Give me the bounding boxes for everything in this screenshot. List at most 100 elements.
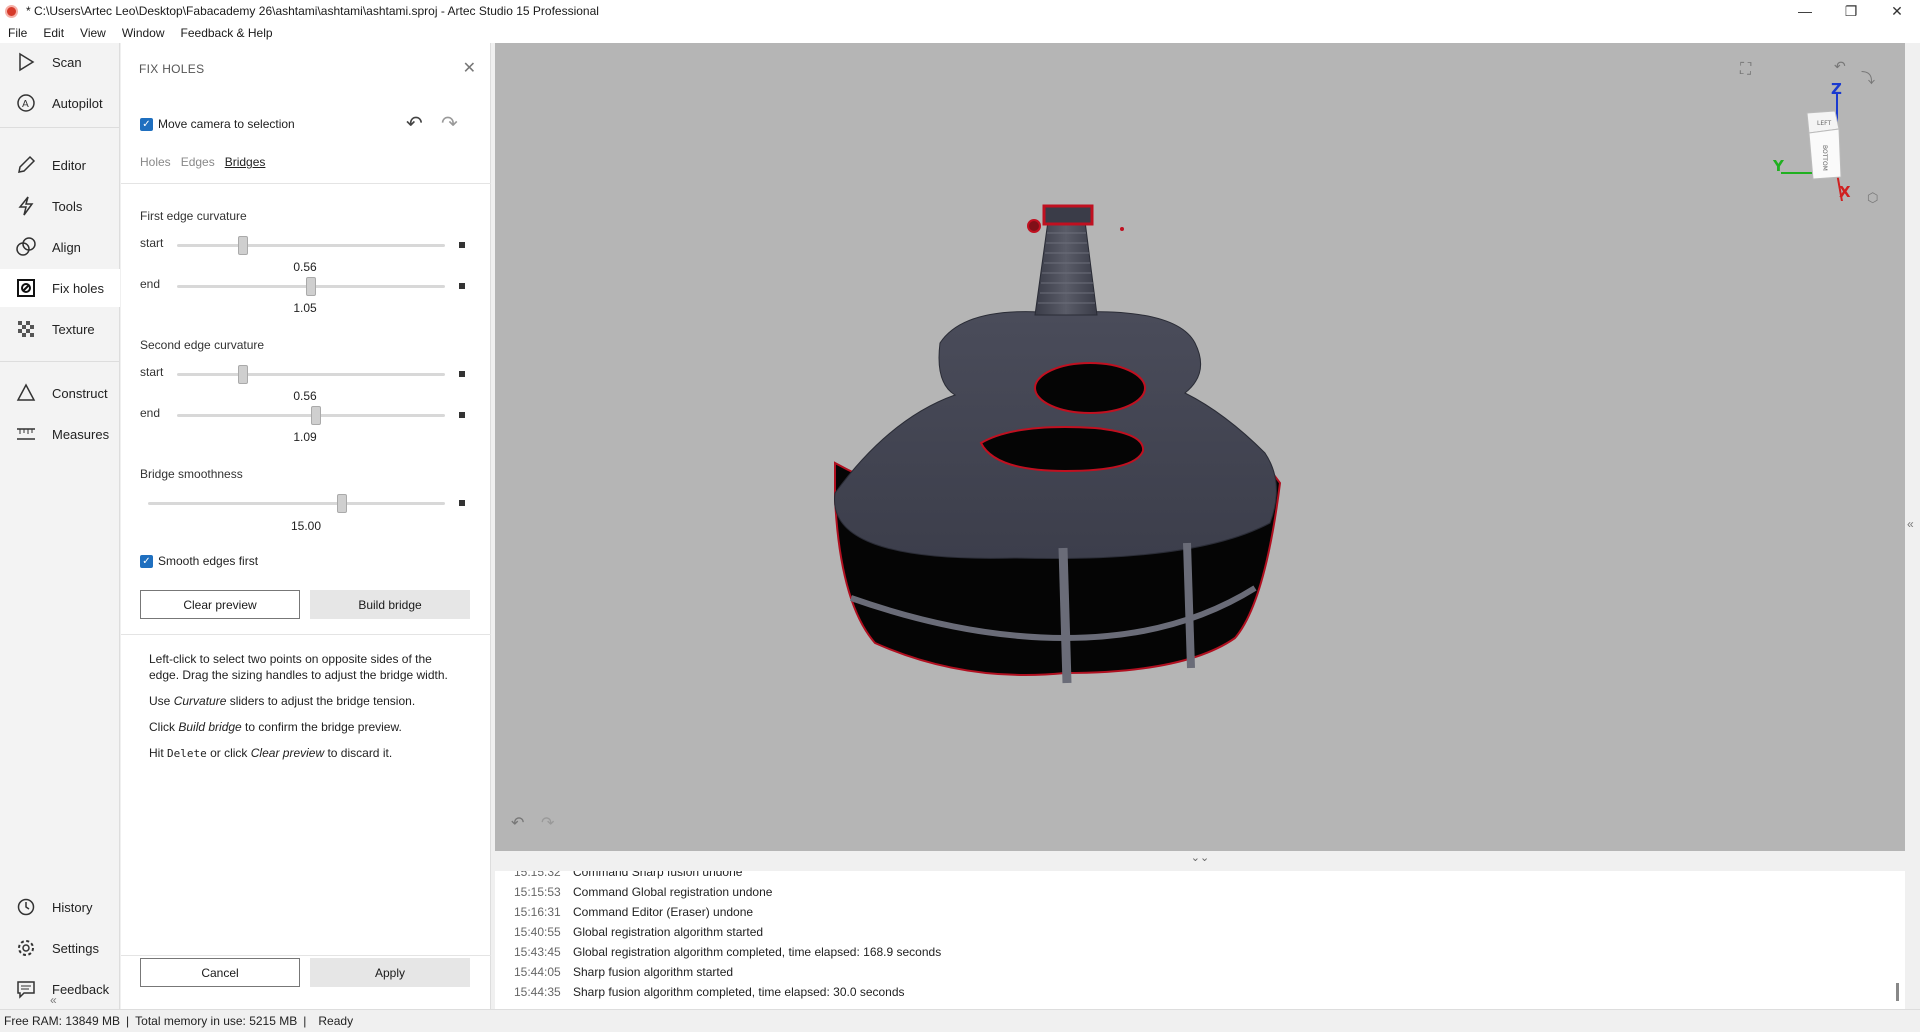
sidebar-item-label: Construct (52, 385, 108, 401)
menu-window[interactable]: Window (114, 26, 173, 40)
cancel-button[interactable]: Cancel (140, 958, 300, 987)
second-start-slider[interactable] (177, 365, 445, 384)
gizmo-top-face[interactable]: LEFT (1817, 120, 1831, 127)
sidebar-item-label: Autopilot (52, 95, 103, 111)
status-bar: Free RAM: 13849 MB | Total memory in use… (0, 1009, 1920, 1032)
menu-file[interactable]: File (0, 26, 35, 40)
menu-edit[interactable]: Edit (35, 26, 72, 40)
sidebar-item-measures[interactable]: Measures (0, 415, 120, 453)
free-ram-status: Free RAM: 13849 MB (4, 1014, 121, 1028)
sidebar-item-label: Measures (52, 426, 110, 442)
sidebar-item-construct[interactable]: Construct (0, 374, 120, 412)
move-camera-checkbox[interactable]: ✓ Move camera to selection (140, 117, 295, 131)
orientation-gizmo[interactable]: LEFT BOTTOM Z Y X (1757, 81, 1867, 201)
title-bar: * C:\Users\Artec Leo\Desktop\Fabacademy … (0, 0, 1920, 22)
first-start-slider[interactable] (177, 236, 445, 255)
sidebar-item-fix-holes[interactable]: Fix holes (0, 269, 120, 307)
tab-edges[interactable]: Edges (181, 155, 215, 169)
sidebar-item-label: Scan (52, 54, 82, 70)
status-separator: | (126, 1014, 130, 1028)
sidebar-item-align[interactable]: Align (0, 228, 120, 266)
log-panel: 15:15:32 Command Sharp fusion undone 15:1… (495, 871, 1905, 1009)
second-edge-curvature-label: Second edge curvature (140, 338, 265, 352)
apply-button[interactable]: Apply (310, 958, 470, 987)
log-scrollbar[interactable] (1896, 983, 1899, 1001)
sidebar-item-autopilot[interactable]: A Autopilot (0, 84, 120, 122)
first-edge-curvature-label: First edge curvature (140, 209, 247, 223)
cube-view-icon[interactable]: ⬡ (1867, 190, 1878, 206)
sidebar-item-editor[interactable]: Editor (0, 146, 120, 184)
log-row: 15:40:55 Global registration algorithm st… (514, 925, 764, 939)
slider-handle[interactable] (311, 406, 321, 425)
first-end-slider[interactable] (177, 277, 445, 296)
sidebar-item-label: Editor (52, 157, 86, 173)
rotate-left-icon[interactable]: ↶ (1834, 58, 1846, 75)
log-row: 15:44:05 Sharp fusion algorithm started (514, 965, 734, 979)
gear-icon (12, 934, 40, 962)
viewport-redo-icon[interactable]: ↷ (541, 813, 554, 833)
slider-handle[interactable] (238, 365, 248, 384)
3d-viewport[interactable]: ⛶ ↶ ⤵ ⬡ LEFT BOTTOM Z Y X ↶ ↷ (495, 43, 1905, 851)
gizmo-x-axis[interactable]: X (1839, 183, 1851, 201)
sidebar-item-scan[interactable]: Scan (0, 43, 120, 81)
sidebar: Scan A Autopilot Editor Tools Align Fix … (0, 43, 120, 1009)
redo-icon[interactable]: ↷ (441, 111, 458, 136)
sidebar-item-feedback[interactable]: Feedback (0, 970, 120, 1008)
second-start-value: 0.56 (293, 389, 317, 403)
bridge-smoothness-slider[interactable] (148, 494, 445, 513)
maximize-button[interactable]: ❐ (1828, 0, 1874, 22)
clear-preview-button[interactable]: Clear preview (140, 590, 300, 619)
first-start-label: start (140, 236, 164, 250)
slider-handle[interactable] (306, 277, 316, 296)
close-icon[interactable]: ✕ (463, 58, 476, 78)
history-icon (12, 893, 40, 921)
log-splitter[interactable]: ⌄⌄ (495, 851, 1905, 871)
help-paragraph: Left-click to select two points on oppos… (149, 652, 448, 682)
tab-bridges[interactable]: Bridges (225, 155, 266, 169)
first-start-value: 0.56 (293, 260, 317, 274)
sidebar-item-label: History (52, 899, 93, 915)
align-icon (12, 233, 40, 261)
sidebar-item-tools[interactable]: Tools (0, 187, 120, 225)
play-icon (12, 48, 40, 76)
checkbox-checked-icon[interactable]: ✓ (140, 117, 153, 131)
minimize-button[interactable]: — (1782, 0, 1828, 22)
build-bridge-button[interactable]: Build bridge (310, 590, 470, 619)
checkbox-checked-icon[interactable]: ✓ (140, 554, 153, 568)
ruler-icon (12, 420, 40, 448)
menu-feedback-help[interactable]: Feedback & Help (173, 26, 281, 40)
undo-icon[interactable]: ↶ (406, 111, 423, 136)
sidebar-item-settings[interactable]: Settings (0, 929, 120, 967)
right-panel-toggle[interactable]: « (1905, 43, 1920, 1009)
viewport-undo-icon[interactable]: ↶ (511, 813, 524, 833)
svg-text:A: A (22, 99, 29, 110)
slider-handle[interactable] (238, 236, 248, 255)
slider-end-marker-icon (459, 500, 465, 506)
guitar-model[interactable] (495, 43, 1905, 851)
help-paragraph: Click Build bridge to confirm the bridge… (149, 720, 402, 734)
triangle-icon (12, 379, 40, 407)
menu-view[interactable]: View (72, 26, 114, 40)
tab-holes[interactable]: Holes (140, 155, 171, 169)
collapse-sidebar-button[interactable]: « (50, 993, 57, 1007)
gizmo-y-axis[interactable]: Y (1772, 157, 1785, 175)
smooth-edges-label: Smooth edges first (158, 554, 259, 568)
slider-handle[interactable] (337, 494, 347, 513)
checker-icon (12, 315, 40, 343)
fit-view-icon[interactable]: ⛶ (1740, 61, 1751, 79)
ready-status: Ready (318, 1014, 354, 1028)
smooth-edges-checkbox[interactable]: ✓ Smooth edges first (140, 554, 258, 568)
gizmo-z-axis[interactable]: Z (1831, 81, 1842, 98)
close-button[interactable]: ✕ (1874, 0, 1920, 22)
sidebar-item-label: Tools (52, 198, 83, 214)
slider-end-marker-icon (459, 371, 465, 377)
sidebar-item-texture[interactable]: Texture (0, 310, 120, 348)
gizmo-side-face[interactable]: BOTTOM (1821, 145, 1828, 171)
second-end-label: end (140, 406, 161, 420)
second-end-slider[interactable] (177, 406, 445, 425)
bridge-smoothness-value: 15.00 (290, 519, 322, 533)
log-row: 15:44:35 Sharp fusion algorithm completed… (514, 985, 905, 999)
help-text: Left-click to select two points on oppos… (149, 651, 449, 772)
expand-right-icon[interactable]: « (1907, 517, 1914, 531)
sidebar-item-history[interactable]: History (0, 888, 120, 926)
